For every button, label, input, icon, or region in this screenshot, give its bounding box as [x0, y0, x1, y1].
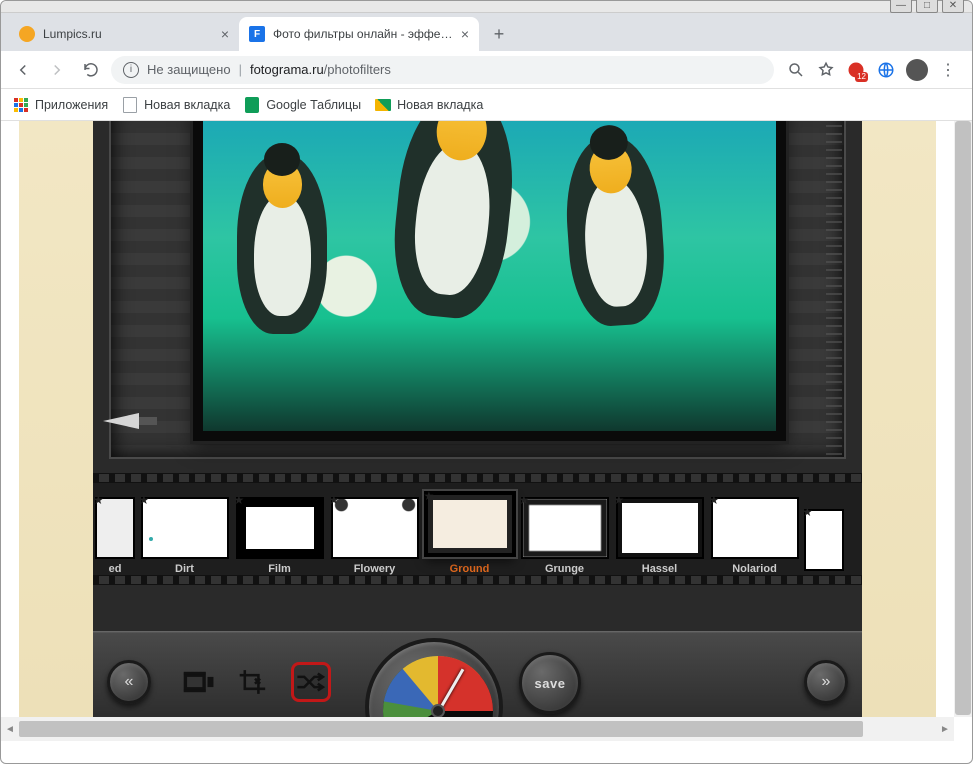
bookmark-google-sheets[interactable]: Google Таблицы	[244, 97, 361, 113]
picture-icon	[375, 99, 391, 111]
star-icon: ★	[519, 493, 530, 507]
apps-grid-icon	[14, 98, 28, 112]
omnibox-search-icon[interactable]	[786, 60, 806, 80]
address-bar: i Не защищено | fotograma.ru/photofilter…	[1, 51, 972, 89]
editor-canvas-area	[109, 121, 846, 459]
favicon-lumpics-icon	[19, 26, 35, 42]
ruler-vertical-icon	[826, 121, 842, 455]
page-viewport: ★ ed ★ Dirt ★ Film ★ Flowery	[1, 121, 972, 741]
bookmark-new-tab-1[interactable]: Новая вкладка	[122, 97, 230, 113]
tab-fotograma[interactable]: F Фото фильтры онлайн - эффект… ×	[239, 17, 479, 51]
security-label: Не защищено	[147, 62, 231, 77]
bookmarks-bar: Приложения Новая вкладка Google Таблицы …	[1, 89, 972, 121]
scroll-left-icon[interactable]: ◄	[1, 720, 19, 738]
extension-icon[interactable]: 12	[846, 60, 866, 80]
filter-thumb-ground[interactable]: ★ Ground	[422, 497, 517, 575]
filter-thumb-flowery[interactable]: ★ Flowery	[327, 497, 422, 575]
filter-thumbnails[interactable]: ★ ed ★ Dirt ★ Film ★ Flowery	[93, 483, 862, 575]
scrollbar-horizontal[interactable]: ◄ ►	[1, 717, 954, 741]
star-icon: ★	[709, 493, 720, 507]
nav-back-button[interactable]	[9, 56, 37, 84]
star-icon: ★	[139, 493, 150, 507]
sheets-icon	[245, 97, 259, 113]
page-icon	[123, 97, 137, 113]
photo-preview[interactable]	[193, 121, 786, 441]
browser-menu-button[interactable]: ⋮	[938, 60, 958, 80]
cutter-knife-icon[interactable]	[103, 413, 157, 429]
next-button[interactable]: »	[804, 660, 848, 704]
bottom-toolbar: «	[93, 631, 862, 727]
url-bar[interactable]: i Не защищено | fotograma.ru/photofilter…	[111, 56, 774, 84]
prev-button[interactable]: «	[107, 660, 151, 704]
star-icon: ★	[424, 489, 435, 503]
star-icon: ★	[329, 493, 340, 507]
nav-reload-button[interactable]	[77, 56, 105, 84]
filter-strip: ★ ed ★ Dirt ★ Film ★ Flowery	[93, 473, 862, 585]
tab-close-icon[interactable]: ×	[221, 26, 229, 42]
photo-content	[203, 121, 776, 431]
window-titlebar: — □ ✕	[1, 1, 972, 13]
url-text: fotograma.ru/photofilters	[250, 62, 391, 77]
tab-title: Lumpics.ru	[43, 27, 213, 41]
scrollbar-vertical[interactable]	[954, 121, 972, 717]
filter-thumb-nolariod[interactable]: ★ Nolariod	[707, 497, 802, 575]
bookmark-apps[interactable]: Приложения	[13, 97, 108, 113]
tab-strip: Lumpics.ru × F Фото фильтры онлайн - эфф…	[1, 13, 972, 51]
tab-lumpics[interactable]: Lumpics.ru ×	[9, 17, 239, 51]
star-icon: ★	[234, 493, 245, 507]
extension-badge: 12	[855, 72, 868, 82]
bookmark-star-icon[interactable]	[816, 60, 836, 80]
window-maximize-button[interactable]: □	[916, 0, 938, 13]
filter-thumb-partial-left[interactable]: ★ ed	[93, 497, 137, 575]
window-close-button[interactable]: ✕	[942, 0, 964, 13]
tab-title: Фото фильтры онлайн - эффект…	[273, 27, 453, 41]
star-icon: ★	[93, 493, 104, 507]
filter-thumb-grunge[interactable]: ★ Grunge	[517, 497, 612, 575]
new-tab-button[interactable]: +	[485, 20, 513, 48]
translate-globe-icon[interactable]	[876, 60, 896, 80]
favicon-fotograma-icon: F	[249, 26, 265, 42]
profile-avatar[interactable]	[906, 59, 928, 81]
star-icon: ★	[802, 505, 813, 519]
crop-tool[interactable]	[235, 662, 275, 702]
scroll-right-icon[interactable]: ►	[936, 720, 954, 738]
bookmark-new-tab-2[interactable]: Новая вкладка	[375, 97, 483, 113]
window-minimize-button[interactable]: —	[890, 0, 912, 13]
nav-forward-button[interactable]	[43, 56, 71, 84]
filter-thumb-partial-right[interactable]: ★	[802, 509, 846, 575]
scrollbar-thumb[interactable]	[955, 121, 971, 715]
scrollbar-thumb-h[interactable]	[19, 721, 863, 737]
page-body: ★ ed ★ Dirt ★ Film ★ Flowery	[19, 121, 936, 717]
save-button[interactable]: save	[519, 652, 581, 714]
tab-close-icon[interactable]: ×	[461, 26, 469, 42]
star-icon: ★	[614, 493, 625, 507]
shuffle-tool[interactable]	[291, 662, 331, 702]
filter-thumb-film[interactable]: ★ Film	[232, 497, 327, 575]
photo-editor-app: ★ ed ★ Dirt ★ Film ★ Flowery	[93, 121, 862, 727]
filter-thumb-dirt[interactable]: ★ Dirt	[137, 497, 232, 575]
filter-thumb-hassel[interactable]: ★ Hassel	[612, 497, 707, 575]
film-roll-tool[interactable]	[179, 662, 219, 702]
site-info-icon[interactable]: i	[123, 62, 139, 78]
